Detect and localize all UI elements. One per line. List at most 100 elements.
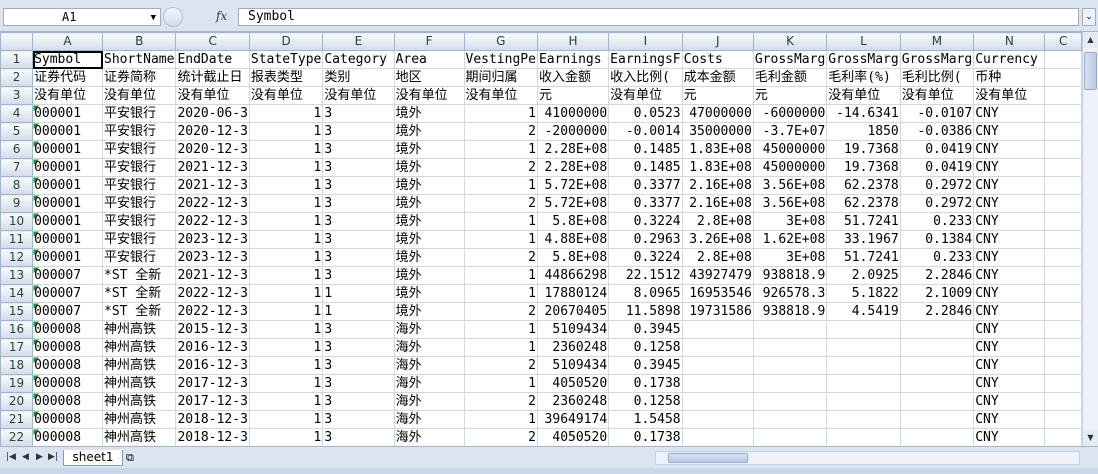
cell[interactable]: VestingPe xyxy=(463,50,538,69)
cell[interactable]: CNY xyxy=(973,176,1046,195)
cell[interactable] xyxy=(899,392,975,411)
row-header[interactable]: 19 xyxy=(0,374,34,393)
row-header[interactable]: 7 xyxy=(0,158,34,177)
row-header[interactable]: 12 xyxy=(0,248,34,267)
cell[interactable]: 0.1738 xyxy=(608,374,683,393)
cell[interactable]: 2 xyxy=(463,158,538,177)
chevron-down-icon[interactable]: ▼ xyxy=(151,10,156,26)
cell[interactable]: 19.7368 xyxy=(826,140,901,159)
row-header[interactable]: 16 xyxy=(0,320,34,339)
cell[interactable]: 000001 xyxy=(32,122,103,141)
cell[interactable]: *ST 全新 xyxy=(101,284,177,303)
cell[interactable]: 1 xyxy=(463,104,538,123)
cell[interactable] xyxy=(1044,104,1082,123)
cell[interactable]: 44866298 xyxy=(536,266,610,285)
horizontal-scroll-thumb[interactable] xyxy=(668,453,748,463)
cell[interactable]: 毛利率(%) xyxy=(826,68,901,87)
cell[interactable]: CNY xyxy=(973,266,1046,285)
cell[interactable]: -6000000 xyxy=(752,104,828,123)
cell[interactable]: CNY xyxy=(973,338,1046,357)
cell[interactable]: 000007 xyxy=(32,302,103,321)
row-header[interactable]: 22 xyxy=(0,428,34,446)
cell[interactable]: 2018-12-3 xyxy=(175,410,250,429)
cell[interactable]: 境外 xyxy=(393,158,465,177)
cell[interactable]: 33.1967 xyxy=(826,230,901,249)
cell[interactable]: 000007 xyxy=(32,266,103,285)
column-header[interactable]: B xyxy=(101,32,177,51)
cell[interactable]: 2022-12-3 xyxy=(175,194,250,213)
cell[interactable]: CNY xyxy=(973,104,1046,123)
cell[interactable]: 证券简称 xyxy=(101,68,177,87)
cell[interactable]: 2022-12-3 xyxy=(175,284,250,303)
cell[interactable]: 3 xyxy=(322,392,395,411)
row-header[interactable]: 2 xyxy=(0,68,34,87)
cell[interactable]: 1850 xyxy=(826,122,901,141)
cell[interactable] xyxy=(1044,230,1082,249)
row-header[interactable]: 1 xyxy=(0,50,34,69)
cell[interactable]: 平安银行 xyxy=(101,104,177,123)
cell[interactable] xyxy=(752,374,828,393)
column-header[interactable]: K xyxy=(752,32,828,51)
cell[interactable] xyxy=(681,356,754,375)
cell[interactable]: CNY xyxy=(973,194,1046,213)
cell[interactable]: 成本金额 xyxy=(681,68,754,87)
cell[interactable]: 0.1738 xyxy=(608,428,683,446)
cell[interactable]: 2016-12-3 xyxy=(175,356,250,375)
cell[interactable] xyxy=(1044,122,1082,141)
cell[interactable]: 000001 xyxy=(32,230,103,249)
cell[interactable]: 000001 xyxy=(32,176,103,195)
cell[interactable]: 1 xyxy=(248,104,324,123)
next-sheet-icon[interactable]: ▶ xyxy=(36,452,43,462)
cell[interactable]: 1 xyxy=(248,320,324,339)
cell[interactable] xyxy=(681,410,754,429)
cell[interactable]: GrossMarg xyxy=(752,50,828,69)
cell[interactable]: 2.16E+08 xyxy=(681,194,754,213)
cell[interactable]: 2 xyxy=(463,392,538,411)
cell[interactable]: 2023-12-3 xyxy=(175,248,250,267)
cell[interactable]: 神州高铁 xyxy=(101,428,177,446)
cell[interactable] xyxy=(681,320,754,339)
cell[interactable] xyxy=(899,338,975,357)
cell[interactable]: -0.0386 xyxy=(899,122,975,141)
cell[interactable]: CNY xyxy=(973,158,1046,177)
cell[interactable] xyxy=(681,428,754,446)
first-sheet-icon[interactable]: |◀ xyxy=(6,452,16,462)
column-header[interactable]: C xyxy=(175,32,250,51)
cell[interactable]: 2 xyxy=(463,122,538,141)
cell[interactable]: 0.0419 xyxy=(899,158,975,177)
column-header[interactable]: G xyxy=(463,32,538,51)
cell[interactable]: 境外 xyxy=(393,122,465,141)
column-header[interactable]: I xyxy=(608,32,683,51)
cell[interactable]: 境外 xyxy=(393,212,465,231)
cell[interactable] xyxy=(752,428,828,446)
cell[interactable]: 000001 xyxy=(32,104,103,123)
cell[interactable]: 0.1384 xyxy=(899,230,975,249)
cell[interactable]: 1 xyxy=(248,140,324,159)
row-header[interactable]: 15 xyxy=(0,302,34,321)
cell[interactable]: 3 xyxy=(322,356,395,375)
cell[interactable]: 000001 xyxy=(32,212,103,231)
cell[interactable]: 元 xyxy=(536,86,610,105)
cell[interactable]: 没有单位 xyxy=(393,86,465,105)
cell[interactable]: 000008 xyxy=(32,320,103,339)
cell[interactable]: CNY xyxy=(973,410,1046,429)
cell[interactable]: 17880124 xyxy=(536,284,610,303)
cell[interactable]: 2020-06-3 xyxy=(175,104,250,123)
cell[interactable]: CNY xyxy=(973,212,1046,231)
cell[interactable] xyxy=(1044,374,1082,393)
cell[interactable]: 16953546 xyxy=(681,284,754,303)
cell[interactable]: 海外 xyxy=(393,410,465,429)
cell[interactable]: 3 xyxy=(322,230,395,249)
cell[interactable]: 3 xyxy=(322,410,395,429)
cell[interactable]: 2023-12-3 xyxy=(175,230,250,249)
cell[interactable]: 5109434 xyxy=(536,356,610,375)
cell[interactable]: 1 xyxy=(463,374,538,393)
cell[interactable] xyxy=(1044,266,1082,285)
cell[interactable]: 51.7241 xyxy=(826,212,901,231)
cell[interactable] xyxy=(826,374,901,393)
cell[interactable]: CNY xyxy=(973,248,1046,267)
cell[interactable]: GrossMarg xyxy=(899,50,975,69)
cell[interactable]: 境外 xyxy=(393,230,465,249)
row-header[interactable]: 17 xyxy=(0,338,34,357)
column-header[interactable]: D xyxy=(248,32,324,51)
